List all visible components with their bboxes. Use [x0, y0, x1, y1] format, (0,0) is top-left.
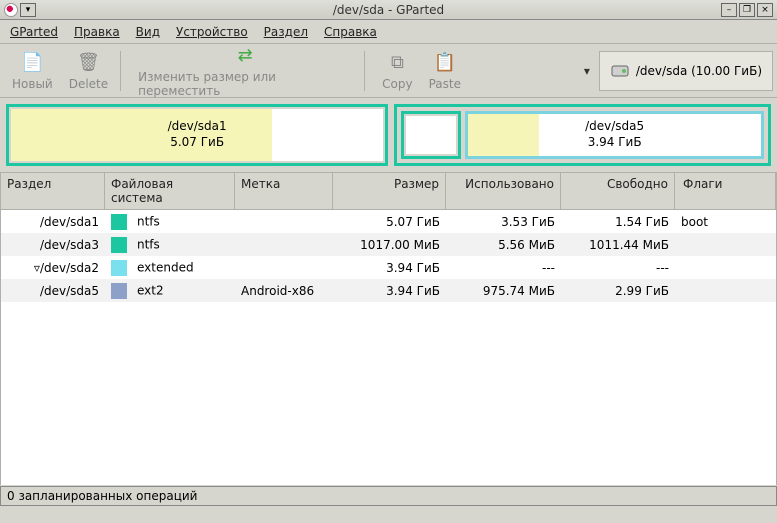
- col-free[interactable]: Свободно: [561, 173, 675, 209]
- menu-edit[interactable]: Правка: [70, 23, 124, 41]
- menu-help[interactable]: Справка: [320, 23, 381, 41]
- hdd-icon: [610, 61, 630, 81]
- toolbar: 📄 Новый 🗑 Delete ⇄ Изменить размер или п…: [0, 44, 777, 98]
- delete-button[interactable]: 🗑 Delete: [61, 49, 116, 93]
- col-size[interactable]: Размер: [333, 173, 446, 209]
- col-flags[interactable]: Флаги: [675, 173, 776, 209]
- window-title: /dev/sda - GParted: [60, 3, 717, 17]
- resize-icon: ⇄: [233, 44, 257, 68]
- copy-icon: ⧉: [385, 51, 409, 75]
- device-selector-label: /dev/sda (10.00 ГиБ): [636, 64, 762, 78]
- table-row[interactable]: ▿/dev/sda2extended3.94 ГиБ------: [1, 256, 776, 279]
- menu-device[interactable]: Устройство: [172, 23, 252, 41]
- table-row[interactable]: /dev/sda5ext2Android-x863.94 ГиБ975.74 М…: [1, 279, 776, 302]
- diskmap: /dev/sda1 5.07 ГиБ /dev/sda5 3.94 ГиБ: [0, 98, 777, 172]
- diskmap-sda3[interactable]: [401, 111, 461, 159]
- paste-button[interactable]: 📋 Paste: [421, 49, 469, 93]
- resize-button[interactable]: ⇄ Изменить размер или переместить: [130, 42, 360, 100]
- paste-icon: 📋: [433, 51, 457, 75]
- menu-view[interactable]: Вид: [132, 23, 164, 41]
- delete-icon: 🗑: [76, 51, 100, 75]
- table-row[interactable]: /dev/sda3ntfs1017.00 МиБ5.56 МиБ1011.44 …: [1, 233, 776, 256]
- app-icon: [4, 3, 18, 17]
- fs-swatch: [111, 214, 127, 230]
- diskmap-sda5[interactable]: /dev/sda5 3.94 ГиБ: [465, 111, 764, 159]
- close-button[interactable]: ×: [757, 3, 773, 17]
- partition-table-body: /dev/sda1ntfs5.07 ГиБ3.53 ГиБ1.54 ГиБboo…: [0, 210, 777, 485]
- toolbar-dropdown[interactable]: ▾: [581, 64, 593, 78]
- maximize-button[interactable]: ❐: [739, 3, 755, 17]
- col-used[interactable]: Использовано: [446, 173, 561, 209]
- fs-swatch: [111, 260, 127, 276]
- copy-button[interactable]: ⧉ Copy: [374, 49, 420, 93]
- device-selector[interactable]: /dev/sda (10.00 ГиБ): [599, 51, 773, 91]
- col-label[interactable]: Метка: [235, 173, 333, 209]
- minimize-button[interactable]: –: [721, 3, 737, 17]
- diskmap-sda1[interactable]: /dev/sda1 5.07 ГиБ: [6, 104, 388, 166]
- new-button[interactable]: 📄 Новый: [4, 49, 61, 93]
- col-partition[interactable]: Раздел: [1, 173, 105, 209]
- menu-partition[interactable]: Раздел: [260, 23, 312, 41]
- table-row[interactable]: /dev/sda1ntfs5.07 ГиБ3.53 ГиБ1.54 ГиБboo…: [1, 210, 776, 233]
- statusbar: 0 запланированных операций: [0, 486, 777, 506]
- expander-icon[interactable]: ▿: [28, 261, 40, 275]
- fs-swatch: [111, 237, 127, 253]
- diskmap-sda2-extended[interactable]: /dev/sda5 3.94 ГиБ: [394, 104, 771, 166]
- menubar: GParted Правка Вид Устройство Раздел Спр…: [0, 20, 777, 44]
- new-icon: 📄: [20, 51, 44, 75]
- menu-gparted[interactable]: GParted: [6, 23, 62, 41]
- fs-swatch: [111, 283, 127, 299]
- window-menu-icon[interactable]: ▾: [20, 3, 36, 17]
- partition-table-header: Раздел Файловая система Метка Размер Исп…: [0, 172, 777, 210]
- titlebar: ▾ /dev/sda - GParted – ❐ ×: [0, 0, 777, 20]
- status-text: 0 запланированных операций: [7, 489, 197, 503]
- col-fs[interactable]: Файловая система: [105, 173, 235, 209]
